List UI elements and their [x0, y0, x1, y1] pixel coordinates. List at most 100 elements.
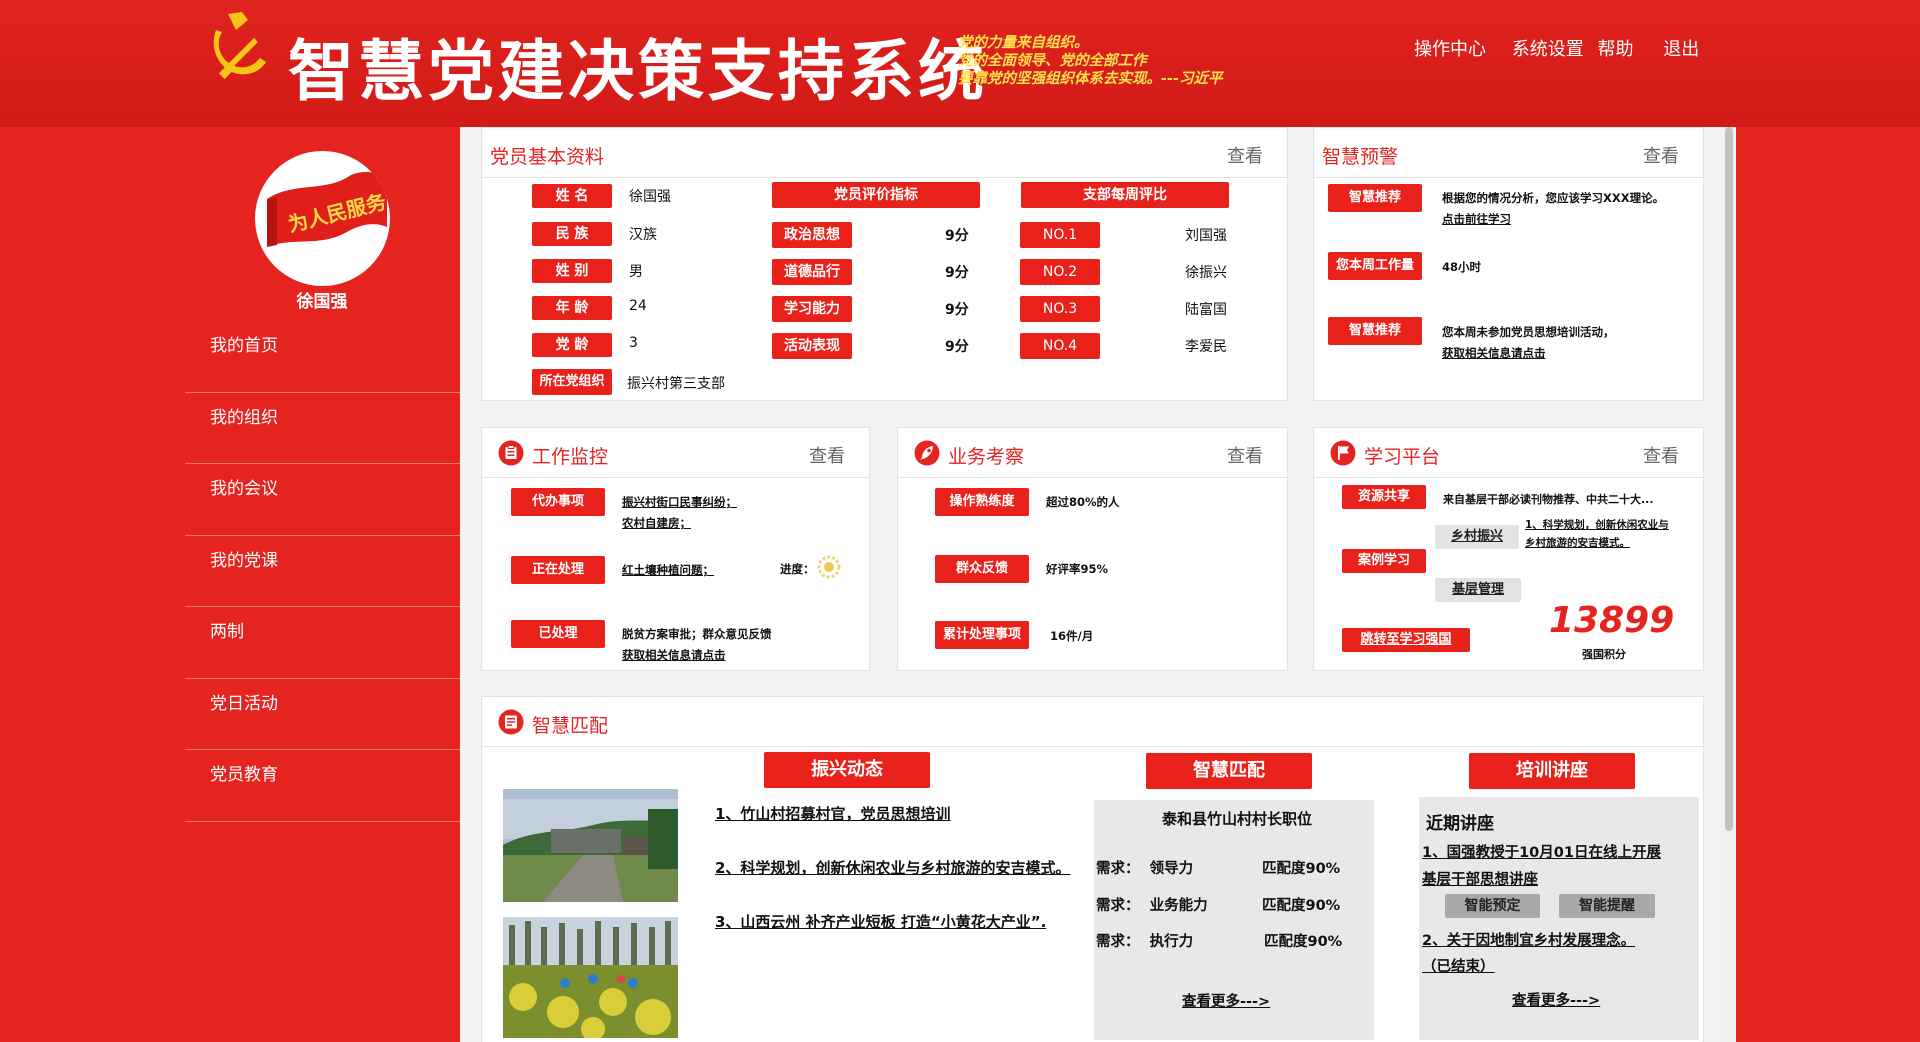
monitor-progress-label: 进度： — [780, 562, 815, 576]
rank-name-2: 徐振兴 — [1185, 265, 1227, 281]
match-col1-header[interactable]: 振兴动态 — [764, 752, 930, 788]
flag-icon — [1330, 440, 1356, 466]
monitor-todo-2[interactable]: 农村自建房； — [622, 515, 691, 531]
business-view-link[interactable]: 查看 — [1227, 442, 1263, 468]
study-jump-button[interactable]: 跳转至学习强国 — [1342, 628, 1470, 652]
sidebar-item-party-day[interactable]: 党日活动 — [185, 679, 460, 750]
avatar[interactable]: 为人民服务 — [255, 151, 390, 286]
sidebar-menu: 我的首页 我的组织 我的会议 我的党课 两制 党日活动 党员教育 — [185, 321, 460, 822]
village-photo-1[interactable] — [503, 789, 678, 902]
field-value-party-age: 3 — [629, 335, 638, 351]
business-card: 业务考察 查看 操作熟练度 超过80%的人 群众反馈 好评率95% 累计处理事项… — [897, 427, 1288, 671]
news-item-1[interactable]: 1、竹山村招募村官，党员思想培训 — [715, 803, 950, 824]
eval-score-political: 9分 — [945, 228, 969, 244]
study-rural-text-1[interactable]: 1、科学规划，创新休闲农业与 — [1525, 517, 1669, 532]
username: 徐国强 — [296, 292, 348, 312]
eval-score-activity: 9分 — [945, 339, 969, 355]
quote-line-2: 党的全面领导、党的全部工作 — [958, 53, 1147, 69]
lecture-item-1a[interactable]: 1、国强教授于10月01日在线上开展 — [1422, 841, 1661, 862]
field-label-gender: 姓 别 — [532, 259, 612, 283]
smart-booking-button[interactable]: 智能预定 — [1445, 894, 1540, 918]
rank-label-3: NO.3 — [1020, 296, 1100, 322]
business-tag-feedback[interactable]: 群众反馈 — [935, 555, 1029, 583]
job-degree-3: 匹配度90% — [1264, 934, 1343, 950]
monitor-todo-1[interactable]: 振兴村街口民事纠纷； — [622, 494, 737, 510]
lecture-more-link[interactable]: 查看更多---> — [1512, 989, 1600, 1010]
eval-header: 党员评价指标 — [772, 182, 980, 208]
smart-reminder-button[interactable]: 智能提醒 — [1559, 894, 1655, 918]
warning-tag-recommend-1[interactable]: 智慧推荐 — [1328, 184, 1422, 212]
study-rural-text-2[interactable]: 乡村旅游的安吉模式。 — [1525, 535, 1630, 550]
monitor-card-title: 工作监控 — [532, 446, 609, 468]
scrollbar-thumb[interactable] — [1725, 127, 1733, 831]
field-label-organization: 所在党组织 — [532, 369, 612, 395]
warning-link-1[interactable]: 点击前往学习 — [1442, 211, 1511, 227]
news-item-2[interactable]: 2、科学规划，创新休闲农业与乡村旅游的安吉模式。 — [715, 857, 1070, 878]
rank-name-3: 陆富国 — [1185, 302, 1227, 318]
profile-view-link[interactable]: 查看 — [1227, 142, 1263, 168]
lecture-item-2b[interactable]: （已结束） — [1422, 955, 1495, 976]
warning-view-link[interactable]: 查看 — [1643, 142, 1679, 168]
match-card-header: 智慧匹配 — [482, 697, 1703, 747]
field-value-organization: 振兴村第三支部 — [627, 376, 725, 392]
field-value-gender: 男 — [629, 264, 643, 280]
study-card-header: 学习平台 查看 — [1314, 428, 1703, 478]
study-tag-grassroots[interactable]: 基层管理 — [1435, 578, 1521, 602]
warning-card-title: 智慧预警 — [1322, 146, 1399, 168]
profile-card-header: 党员基本资料 查看 — [482, 128, 1287, 178]
monitor-card-header: 工作监控 查看 — [482, 428, 869, 478]
profile-card: 党员基本资料 查看 姓 名 徐国强 民 族 汉族 姓 别 男 年 龄 24 党 … — [481, 127, 1288, 401]
rocket-icon — [914, 440, 940, 466]
business-tag-proficiency[interactable]: 操作熟练度 — [935, 488, 1029, 516]
job-req-2: 需求： 业务能力 — [1096, 898, 1208, 914]
warning-card-header: 智慧预警 查看 — [1314, 128, 1703, 178]
monitor-tag-processing[interactable]: 正在处理 — [511, 556, 605, 584]
warning-link-2[interactable]: 获取相关信息请点击 — [1442, 345, 1546, 361]
match-col3-header[interactable]: 培训讲座 — [1469, 753, 1635, 789]
lecture-item-1b[interactable]: 基层干部思想讲座 — [1422, 868, 1538, 889]
sidebar-item-education[interactable]: 党员教育 — [185, 750, 460, 822]
job-req-3: 需求： 执行力 — [1096, 934, 1194, 950]
field-label-age: 年 龄 — [532, 296, 612, 320]
study-view-link[interactable]: 查看 — [1643, 442, 1679, 468]
monitor-tag-done[interactable]: 已处理 — [511, 620, 605, 648]
vertical-scrollbar[interactable] — [1722, 127, 1736, 1042]
sidebar-item-home[interactable]: 我的首页 — [185, 321, 460, 393]
sidebar-item-meetings[interactable]: 我的会议 — [185, 464, 460, 536]
sidebar-item-two-systems[interactable]: 两制 — [185, 607, 460, 679]
monitor-processing-1[interactable]: 红土壤种植问题； — [622, 562, 714, 578]
monitor-done-link[interactable]: 获取相关信息请点击 — [622, 647, 726, 663]
news-item-3[interactable]: 3、山西云州 补齐产业短板 打造“小黄花大产业”. — [715, 911, 1046, 932]
study-tag-resources[interactable]: 资源共享 — [1342, 485, 1426, 509]
study-score: 13899 — [1549, 600, 1675, 641]
top-nav: 操作中心 系统设置 帮助 退出 — [1414, 35, 1699, 61]
nav-logout[interactable]: 退出 — [1663, 35, 1699, 61]
business-value-total: 16件/月 — [1050, 629, 1094, 643]
study-tag-cases[interactable]: 案例学习 — [1342, 549, 1426, 573]
business-tag-total[interactable]: 累计处理事项 — [935, 621, 1029, 649]
business-value-feedback: 好评率95% — [1046, 562, 1109, 576]
document-list-icon — [498, 709, 524, 735]
job-more-link[interactable]: 查看更多---> — [1182, 990, 1270, 1011]
eval-score-morality: 9分 — [945, 265, 969, 281]
field-label-name: 姓 名 — [532, 184, 612, 208]
warning-card: 智慧预警 查看 智慧推荐 根据您的情况分析，您应该学习XXX理论。 点击前往学习… — [1313, 127, 1704, 401]
field-value-ethnicity: 汉族 — [629, 227, 657, 243]
study-tag-rural[interactable]: 乡村振兴 — [1435, 525, 1519, 549]
business-card-title: 业务考察 — [948, 446, 1025, 468]
warning-text-2: 您本周未参加党员思想培训活动， — [1442, 325, 1615, 339]
monitor-tag-todo[interactable]: 代办事项 — [511, 488, 605, 516]
match-col2-header[interactable]: 智慧匹配 — [1146, 753, 1312, 789]
nav-help[interactable]: 帮助 — [1597, 35, 1633, 61]
sidebar-item-organization[interactable]: 我的组织 — [185, 393, 460, 464]
study-score-label: 强国积分 — [1582, 648, 1626, 661]
village-photo-2[interactable] — [503, 917, 678, 1038]
sidebar-item-lessons[interactable]: 我的党课 — [185, 536, 460, 607]
party-emblem-icon — [213, 12, 266, 80]
lecture-item-2a[interactable]: 2、关于因地制宜乡村发展理念。 — [1422, 929, 1635, 950]
nav-system-settings[interactable]: 系统设置 — [1512, 35, 1584, 61]
monitor-view-link[interactable]: 查看 — [809, 442, 845, 468]
warning-tag-recommend-2[interactable]: 智慧推荐 — [1328, 317, 1422, 345]
nav-operation-center[interactable]: 操作中心 — [1414, 35, 1486, 61]
study-resources-text: 来自基层干部必读刊物推荐、中共二十大... — [1443, 493, 1654, 506]
